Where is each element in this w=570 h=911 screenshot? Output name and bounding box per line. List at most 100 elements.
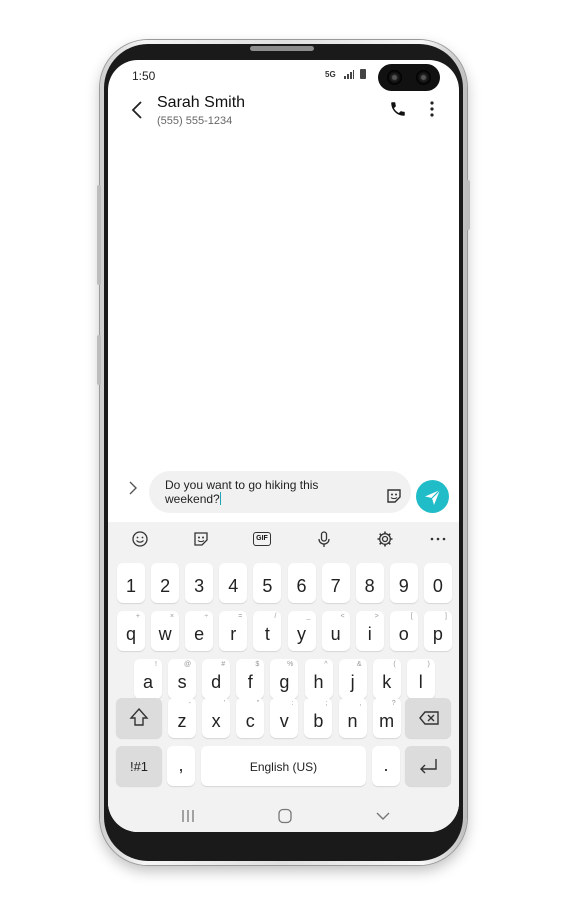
key-j[interactable]: j &	[338, 659, 367, 699]
key-label: p	[432, 624, 443, 644]
key-c[interactable]: c "	[236, 698, 265, 738]
message-text: Do you want to go hiking this weekend?	[165, 478, 319, 506]
key-n[interactable]: n,	[338, 698, 367, 738]
key-alt-label: ×	[170, 613, 175, 620]
comma-label: ,	[178, 755, 184, 775]
chevron-down-icon[interactable]	[373, 808, 393, 824]
key-alt-label: '	[223, 700, 226, 707]
home-icon[interactable]	[275, 808, 295, 824]
gear-icon[interactable]	[376, 530, 394, 548]
key-8[interactable]: 8	[355, 563, 384, 603]
key-label: b	[313, 711, 324, 731]
key-alt-label: ]	[444, 613, 447, 620]
key-label: x	[211, 711, 221, 731]
key-z[interactable]: z-	[168, 698, 196, 738]
key-label: 2	[160, 576, 171, 596]
back-chevron-left-icon[interactable]	[128, 98, 148, 122]
key-label: 8	[364, 576, 375, 596]
key-7[interactable]: 7	[321, 563, 350, 603]
key-alt-label: &	[356, 661, 362, 668]
earpiece-speaker	[250, 46, 314, 51]
camera-lens-icon	[416, 70, 431, 85]
key-q[interactable]: q +	[117, 611, 145, 651]
key-m[interactable]: m?	[372, 698, 401, 738]
key-u[interactable]: u <	[321, 611, 350, 651]
send-button[interactable]	[416, 480, 449, 513]
key-alt-label: $	[255, 661, 260, 668]
key-alt-label: )	[427, 661, 430, 668]
key-alt-label: ?	[391, 700, 396, 707]
key-label: s	[177, 672, 187, 692]
key-t[interactable]: t /	[253, 611, 282, 651]
chevron-right-icon[interactable]	[126, 479, 140, 497]
key-3[interactable]: 3	[185, 563, 214, 603]
battery-icon	[360, 69, 366, 79]
key-a[interactable]: a!	[134, 659, 162, 699]
key-label: l	[418, 672, 423, 692]
key-1[interactable]: 1	[117, 563, 145, 603]
key-k[interactable]: k(	[372, 659, 401, 699]
period-key[interactable]: .	[372, 746, 400, 786]
space-key[interactable]: English (US)	[201, 746, 366, 786]
navigation-bar	[108, 801, 459, 832]
key-r[interactable]: r =	[219, 611, 248, 651]
key-label: y	[297, 624, 306, 644]
more-horizontal-icon[interactable]	[429, 530, 447, 548]
conversation-header: Sarah Smith (555) 555-1234	[108, 90, 459, 135]
key-6[interactable]: 6	[287, 563, 316, 603]
send-icon	[425, 489, 441, 505]
more-vertical-icon[interactable]	[426, 100, 438, 118]
key-o[interactable]: o[	[389, 611, 418, 651]
recents-icon[interactable]	[178, 808, 198, 824]
symbols-key[interactable]: !#1	[116, 746, 162, 786]
key-label: z	[177, 711, 187, 731]
key-label: w	[158, 624, 172, 644]
key-9[interactable]: 9	[389, 563, 418, 603]
key-0[interactable]: 0	[423, 563, 452, 603]
key-g[interactable]: g%	[270, 659, 299, 699]
status-bar: 1:50 5G	[108, 60, 459, 91]
key-v[interactable]: v:	[270, 698, 299, 738]
key-i[interactable]: i >	[355, 611, 384, 651]
contact-name: Sarah Smith	[157, 94, 246, 111]
period-label: .	[383, 755, 389, 775]
key-alt-label: [	[410, 613, 413, 620]
key-label: 0	[432, 576, 443, 596]
key-2[interactable]: 2	[151, 563, 180, 603]
key-h[interactable]: h ^	[304, 659, 333, 699]
key-b[interactable]: b;	[304, 698, 333, 738]
key-f[interactable]: f $	[236, 659, 265, 699]
key-label: i	[367, 624, 372, 644]
key-alt-label: =	[238, 613, 243, 620]
key-p[interactable]: p]	[423, 611, 452, 651]
key-y[interactable]: y _	[287, 611, 316, 651]
key-label: 7	[330, 576, 341, 596]
microphone-icon[interactable]	[315, 530, 333, 548]
key-label: e	[194, 624, 205, 644]
shift-key[interactable]	[116, 698, 162, 738]
phone-icon[interactable]	[389, 100, 407, 118]
key-e[interactable]: e ÷	[185, 611, 214, 651]
key-d[interactable]: d #	[202, 659, 231, 699]
enter-key[interactable]	[405, 746, 451, 786]
gif-icon[interactable]: GIF	[253, 532, 271, 546]
key-alt-label: _	[306, 613, 311, 620]
key-alt-label: +	[135, 613, 140, 620]
emoji-icon[interactable]	[131, 530, 149, 548]
backspace-key[interactable]	[405, 698, 451, 738]
key-5[interactable]: 5	[253, 563, 282, 603]
contact-phone: (555) 555-1234	[157, 115, 233, 127]
comma-key[interactable]: ,	[167, 746, 195, 786]
sticker-icon[interactable]	[192, 530, 210, 548]
key-label: d	[211, 672, 222, 692]
key-alt-label: <	[340, 613, 345, 620]
camera-lens-icon	[387, 70, 402, 85]
key-alt-label: #	[221, 661, 226, 668]
key-4[interactable]: 4	[219, 563, 248, 603]
sticker-icon[interactable]	[385, 487, 403, 505]
key-w[interactable]: w ×	[151, 611, 180, 651]
key-s[interactable]: s @	[168, 659, 197, 699]
key-x[interactable]: x '	[202, 698, 231, 738]
key-l[interactable]: l)	[406, 659, 435, 699]
message-input[interactable]: Do you want to go hiking this weekend?	[149, 471, 411, 513]
